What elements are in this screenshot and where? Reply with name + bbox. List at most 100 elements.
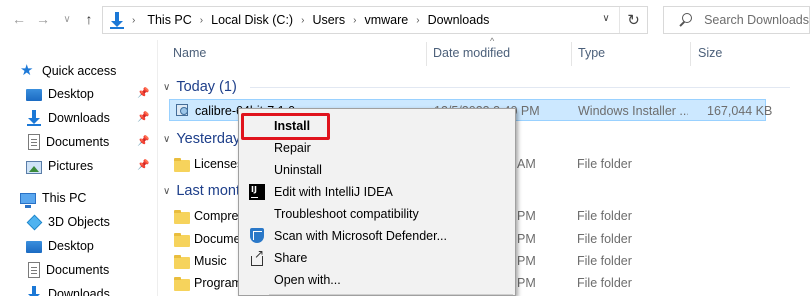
- folder-icon: [174, 209, 190, 224]
- chevron-down-icon: ∨: [163, 81, 171, 93]
- sidebar-item-pc-desktop[interactable]: Desktop: [26, 235, 94, 257]
- menu-item-label: Troubleshoot compatibility: [274, 207, 419, 221]
- breadcrumb-vmware[interactable]: vmware: [358, 13, 414, 27]
- pin-icon: 📌: [137, 88, 150, 99]
- menu-item-share[interactable]: Share: [241, 247, 513, 269]
- sidebar-item-pictures[interactable]: Pictures: [26, 155, 93, 177]
- menu-item-label: Scan with Microsoft Defender...: [274, 229, 447, 243]
- breadcrumb-downloads[interactable]: Downloads: [422, 13, 496, 27]
- sidebar-item-this-pc[interactable]: This PC: [20, 187, 86, 209]
- up-glyph: ↑: [85, 11, 93, 27]
- file-name: Program: [194, 276, 242, 290]
- pin-icon: 📌: [137, 160, 150, 171]
- sidebar-item-quick-access[interactable]: ★ Quick access: [20, 60, 116, 82]
- file-name: Licenses: [194, 157, 244, 171]
- sort-indicator-icon: ^: [490, 36, 495, 46]
- breadcrumb-separator[interactable]: ›: [414, 15, 421, 26]
- intellij-icon: [249, 184, 265, 200]
- column-header-name[interactable]: Name: [173, 46, 206, 60]
- recent-glyph: ∨: [63, 13, 71, 25]
- file-type: File folder: [577, 254, 632, 268]
- up-arrow-icon[interactable]: ↑: [78, 8, 100, 30]
- sidebar-item-label: 3D Objects: [48, 215, 110, 229]
- file-type: File folder: [577, 232, 632, 246]
- column-divider[interactable]: [690, 42, 691, 66]
- file-date: PM: [517, 254, 536, 268]
- pictures-icon: [26, 160, 42, 174]
- sidebar-item-pc-downloads[interactable]: Downloads: [26, 283, 110, 296]
- file-date: PM: [517, 209, 536, 223]
- menu-item-scan-defender[interactable]: Scan with Microsoft Defender...: [241, 225, 513, 247]
- breadcrumb-separator[interactable]: ›: [198, 15, 205, 26]
- installer-file-icon: [174, 102, 190, 118]
- file-date: PM: [517, 232, 536, 246]
- group-header-last-month[interactable]: ∨ Last month: [163, 181, 248, 201]
- menu-item-label: Share: [274, 251, 308, 265]
- file-name: Docume: [194, 232, 241, 246]
- file-type: File folder: [577, 157, 632, 171]
- documents-icon: [28, 134, 40, 150]
- star-icon: ★: [20, 62, 34, 79]
- breadcrumb-separator[interactable]: ›: [351, 15, 358, 26]
- pin-icon: 📌: [137, 136, 150, 147]
- forward-arrow-icon[interactable]: →: [32, 8, 54, 30]
- recent-locations-chevron-down-icon[interactable]: ∨: [56, 8, 78, 30]
- refresh-icon[interactable]: ↻: [619, 7, 647, 33]
- group-label: Yesterday: [176, 131, 241, 147]
- sidebar-item-pc-documents[interactable]: Documents: [26, 259, 109, 281]
- menu-item-label: Uninstall: [274, 163, 322, 177]
- downloads-icon: [108, 11, 126, 29]
- breadcrumb-this-pc[interactable]: This PC: [141, 13, 197, 27]
- column-divider[interactable]: [426, 42, 427, 66]
- menu-item-repair[interactable]: Repair: [241, 137, 513, 159]
- column-divider[interactable]: [571, 42, 572, 66]
- file-size: 167,044 KB: [707, 104, 773, 118]
- breadcrumb-separator[interactable]: ›: [299, 15, 306, 26]
- group-header-today[interactable]: ∨ Today (1): [163, 77, 237, 97]
- back-glyph: ←: [12, 11, 26, 27]
- column-header-size[interactable]: Size: [698, 46, 722, 60]
- sidebar-item-label: Documents: [46, 263, 110, 277]
- navigation-pane: ★ Quick access Desktop 📌 Downloads 📌 Doc…: [0, 40, 158, 296]
- sidebar-item-label: Quick access: [42, 64, 117, 78]
- sidebar-item-label: This PC: [42, 191, 87, 205]
- sidebar-item-downloads[interactable]: Downloads: [26, 107, 110, 129]
- menu-item-open-with[interactable]: Open with...: [241, 269, 513, 291]
- search-icon: [678, 12, 692, 28]
- file-date: PM: [517, 276, 536, 290]
- group-divider: [250, 87, 790, 88]
- file-type: File folder: [577, 209, 632, 223]
- file-type: File folder: [577, 276, 632, 290]
- folder-icon: [174, 232, 190, 247]
- file-name: Music: [194, 254, 227, 268]
- search-input[interactable]: Search Downloads: [704, 13, 809, 27]
- folder-icon: [174, 254, 190, 269]
- sidebar-item-label: Downloads: [48, 287, 110, 296]
- breadcrumb-local-disk[interactable]: Local Disk (C:): [205, 13, 299, 27]
- search-box[interactable]: Search Downloads: [663, 6, 810, 34]
- column-header-type[interactable]: Type: [578, 46, 605, 60]
- sidebar-item-desktop[interactable]: Desktop: [26, 83, 94, 105]
- folder-icon: [174, 276, 190, 291]
- this-pc-icon: [20, 193, 36, 208]
- menu-item-label: Edit with IntelliJ IDEA: [274, 185, 393, 199]
- group-header-yesterday[interactable]: ∨ Yesterday: [163, 129, 240, 149]
- share-icon: [249, 247, 265, 266]
- menu-item-troubleshoot-compatibility[interactable]: Troubleshoot compatibility: [241, 203, 513, 225]
- desktop-icon: [26, 241, 42, 253]
- folder-icon: [174, 157, 190, 172]
- sidebar-item-documents[interactable]: Documents: [26, 131, 109, 153]
- address-dropdown-chevron-down-icon[interactable]: ∨: [599, 13, 613, 24]
- breadcrumb-users[interactable]: Users: [306, 13, 351, 27]
- sidebar-item-3d-objects[interactable]: 3D Objects: [26, 211, 110, 233]
- install-highlight-box: [241, 113, 330, 140]
- menu-separator: [269, 294, 513, 295]
- address-bar[interactable]: › This PC › Local Disk (C:) › Users › vm…: [102, 6, 648, 34]
- navigation-bar: ← → ∨ ↑ › This PC › Local Disk (C:) › Us…: [0, 0, 810, 40]
- column-header-date-modified[interactable]: Date modified: [433, 46, 510, 60]
- menu-item-uninstall[interactable]: Uninstall: [241, 159, 513, 181]
- menu-item-edit-with-intellij[interactable]: Edit with IntelliJ IDEA: [241, 181, 513, 203]
- back-arrow-icon[interactable]: ←: [8, 8, 30, 30]
- menu-item-label: Repair: [274, 141, 311, 155]
- file-type: Windows Installer ...: [578, 104, 688, 118]
